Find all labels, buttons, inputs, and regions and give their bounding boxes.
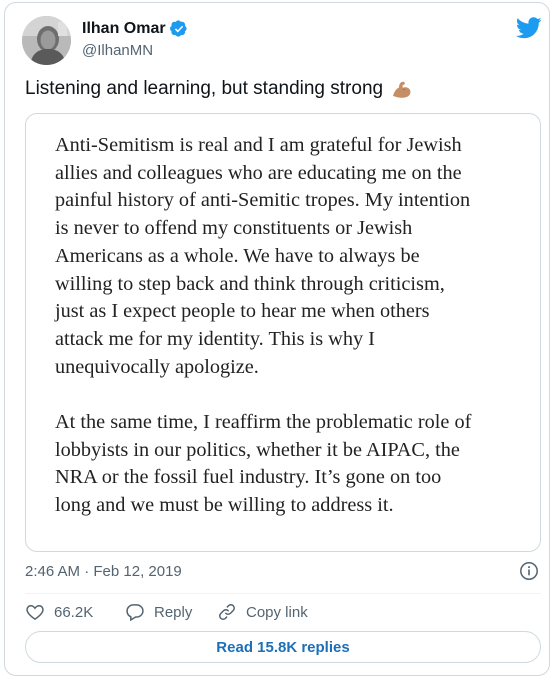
heart-icon — [26, 604, 44, 620]
like-count: 66.2K — [54, 603, 94, 621]
tweet-text-content: Listening and learning, but standing str… — [25, 78, 384, 99]
statement-paragraph-2: At the same time, I reaffirm the problem… — [55, 411, 472, 517]
statement-paragraph-1: Anti-Semitism is real and I am grateful … — [55, 134, 471, 378]
display-name[interactable]: Ilhan Omar — [82, 20, 166, 38]
copy-link-button[interactable]: Copy link — [217, 602, 308, 622]
statement-image[interactable]: Anti-Semitism is real and I am grateful … — [25, 113, 541, 552]
reply-button[interactable]: Reply — [125, 602, 217, 622]
like-button[interactable]: 66.2K — [25, 602, 125, 622]
copy-link-label: Copy link — [246, 603, 308, 621]
twitter-bird-icon[interactable] — [515, 17, 542, 39]
link-icon — [219, 604, 235, 620]
author-handle[interactable]: @IlhanMN — [82, 42, 153, 59]
tweet-card: Ilhan Omar @IlhanMN Listening and learni… — [4, 2, 550, 676]
divider — [25, 593, 541, 594]
verified-badge-icon — [169, 20, 188, 38]
tweet-text: Listening and learning, but standing str… — [25, 77, 413, 101]
action-bar: 66.2K Reply Copy link — [25, 601, 308, 623]
tweet-timestamp[interactable]: 2:46 AM · Feb 12, 2019 — [25, 563, 182, 580]
flexed-biceps-icon — [389, 77, 413, 101]
avatar[interactable] — [22, 16, 71, 65]
read-replies-button[interactable]: Read 15.8K replies — [25, 631, 541, 663]
reply-bubble-icon — [126, 604, 144, 622]
info-icon[interactable] — [519, 561, 539, 581]
reply-label: Reply — [154, 603, 193, 621]
